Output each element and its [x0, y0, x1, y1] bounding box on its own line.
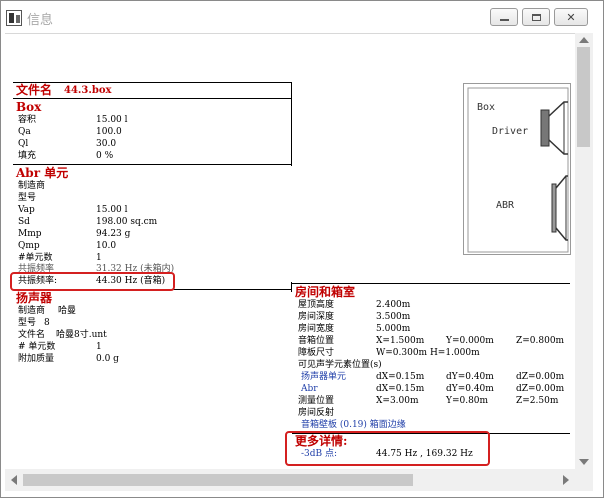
vertical-scroll-thumb[interactable]: [577, 47, 590, 147]
room-value: Z=2.50m: [516, 396, 559, 406]
scroll-right-icon[interactable]: [563, 475, 569, 485]
room-value: 2.400m: [376, 300, 411, 310]
room-label: 测量位置: [298, 396, 335, 406]
speaker-value: 哈曼8寸.unt: [56, 330, 107, 340]
room-reflection-links[interactable]: 音箱壁板 (0.19) 箱面边缘: [301, 420, 406, 431]
horizontal-scroll-thumb[interactable]: [23, 474, 413, 486]
speaker-label: 型号: [18, 318, 37, 328]
file-label: 文件名: [16, 83, 53, 97]
abr-value: 15.00 l: [96, 205, 128, 215]
room-label: Abr: [301, 384, 318, 394]
divider: [13, 164, 291, 165]
abr-value: 198.00 sq.cm: [96, 217, 158, 227]
abr-label: 制造商: [18, 181, 46, 191]
abr-value: 10.0: [96, 241, 117, 251]
box-value: 30.0: [96, 139, 117, 149]
room-value: dY=0.40m: [446, 384, 494, 394]
title-bar[interactable]: 信息 ✕: [1, 1, 603, 33]
box-label: 填充: [18, 151, 37, 161]
horizontal-scrollbar[interactable]: [5, 469, 575, 491]
room-value: 5.000m: [376, 324, 411, 334]
scroll-left-icon[interactable]: [11, 475, 17, 485]
room-value: Z=0.800m: [516, 336, 565, 346]
room-value: dX=0.15m: [376, 384, 425, 394]
scroll-corner: [575, 469, 593, 491]
speaker-value: 1: [96, 342, 102, 352]
speaker-value: 8: [44, 318, 50, 328]
divider: [13, 82, 291, 83]
close-icon: ✕: [566, 10, 576, 24]
abr-label: Sd: [18, 217, 30, 227]
box-label: 容积: [18, 115, 37, 125]
divider: [291, 82, 292, 166]
room-label: 房间反射: [298, 408, 335, 418]
maximize-icon: [531, 13, 541, 21]
divider: [292, 283, 570, 284]
file-name: 44.3.box: [64, 85, 112, 96]
close-button[interactable]: ✕: [554, 8, 588, 26]
resonance-highlight: [10, 272, 175, 291]
room-value: dZ=0.00m: [516, 384, 565, 394]
vertical-scrollbar[interactable]: [575, 33, 593, 469]
app-icon[interactable]: [6, 10, 22, 26]
enclosure-diagram: Box Driver ABR: [463, 83, 571, 255]
abr-value: 1: [96, 253, 102, 263]
speaker-label: 文件名: [18, 330, 46, 340]
room-label: 房间深度: [298, 312, 335, 322]
scroll-up-icon[interactable]: [579, 37, 589, 43]
abr-label: Mmp: [18, 229, 42, 239]
maximize-button[interactable]: [522, 8, 550, 26]
room-value: X=3.00m: [376, 396, 419, 406]
room-label: 扬声器单元: [301, 372, 347, 382]
box-label: Qa: [18, 127, 31, 137]
diagram-driver-label: Driver: [492, 126, 529, 137]
abr-value: 94.23 g: [96, 229, 131, 239]
divider: [13, 98, 291, 99]
abr-header: Abr 单元: [16, 166, 69, 180]
minimize-icon: [499, 19, 509, 21]
room-value: dX=0.15m: [376, 372, 425, 382]
speaker-header: 扬声器: [16, 291, 53, 305]
abr-label: Qmp: [18, 241, 40, 251]
abr-label: #单元数: [18, 253, 53, 263]
more-details-highlight: [285, 431, 490, 466]
room-label: 可见声学元素位置(s): [298, 360, 382, 370]
room-value: X=1.500m: [376, 336, 425, 346]
room-value: W=0.300m H=1.000m: [376, 348, 480, 358]
room-header: 房间和箱室: [295, 285, 356, 299]
room-label: 房间宽度: [298, 324, 335, 334]
room-label: 障板尺寸: [298, 348, 335, 358]
room-value: Y=0.80m: [446, 396, 489, 406]
speaker-label: 附加质量: [18, 354, 55, 364]
box-value: 0 %: [96, 151, 114, 161]
window-title: 信息: [27, 13, 54, 28]
box-label: Ql: [18, 139, 29, 149]
speaker-label: # 单元数: [18, 342, 56, 352]
diagram-abr-label: ABR: [496, 200, 515, 211]
diagram-box-label: Box: [477, 102, 496, 113]
info-window: 信息 ✕ 文件名 44.3.box Box 容积 15.00 l Qa 100.…: [0, 0, 604, 498]
scroll-down-icon[interactable]: [579, 459, 589, 465]
room-value: 3.500m: [376, 312, 411, 322]
room-label: 音箱位置: [298, 336, 335, 346]
box-header: Box: [16, 100, 42, 114]
speaker-label: 制造商: [18, 306, 46, 316]
abr-label: Vap: [18, 205, 35, 215]
room-label: 屋顶高度: [298, 300, 335, 310]
abr-label: 型号: [18, 193, 37, 203]
room-value: dZ=0.00m: [516, 372, 565, 382]
box-value: 100.0: [96, 127, 122, 137]
room-value: dY=0.40m: [446, 372, 494, 382]
minimize-button[interactable]: [490, 8, 518, 26]
speaker-value: 哈曼: [58, 306, 77, 316]
room-value: Y=0.000m: [446, 336, 494, 346]
box-value: 15.00 l: [96, 115, 128, 125]
speaker-value: 0.0 g: [96, 354, 119, 364]
